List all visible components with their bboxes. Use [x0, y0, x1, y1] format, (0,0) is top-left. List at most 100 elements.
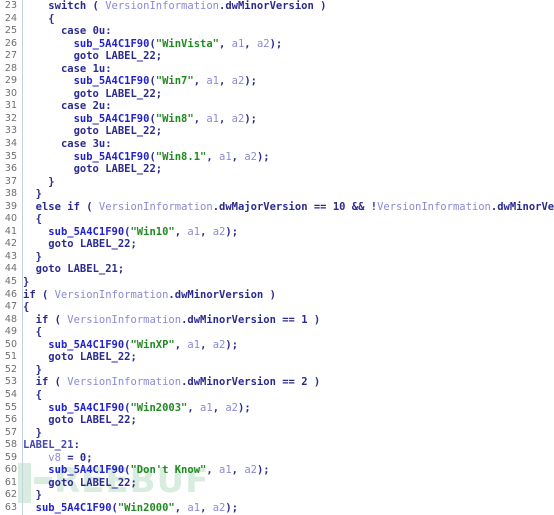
- code-text[interactable]: {: [17, 213, 42, 226]
- label-reference[interactable]: LABEL_22: [80, 238, 131, 250]
- code-text[interactable]: sub_5A4C1F90("WinXP", a1, a2);: [17, 339, 238, 352]
- code-line[interactable]: 24 {: [0, 13, 554, 26]
- code-text[interactable]: if ( VersionInformation.dwMinorVersion =…: [17, 376, 321, 389]
- code-line[interactable]: 31 case 2u:: [0, 100, 554, 113]
- local-variable[interactable]: a1: [206, 75, 219, 87]
- code-line[interactable]: 61 goto LABEL_22;: [0, 477, 554, 490]
- code-text[interactable]: {: [17, 301, 29, 314]
- code-line[interactable]: 60 sub_5A4C1F90("Don't Know", a1, a2);: [0, 464, 554, 477]
- label-reference[interactable]: LABEL_22: [105, 163, 156, 175]
- code-text[interactable]: }: [17, 276, 29, 289]
- code-text[interactable]: }: [17, 251, 42, 264]
- code-line[interactable]: 59 v8 = 0;: [0, 452, 554, 465]
- function-reference[interactable]: sub_5A4C1F90: [74, 75, 150, 87]
- label-reference[interactable]: LABEL_21: [67, 263, 118, 275]
- local-variable[interactable]: a2: [244, 464, 257, 476]
- code-line[interactable]: 63 sub_5A4C1F90("Win2000", a1, a2);: [0, 502, 554, 515]
- code-line[interactable]: 30 goto LABEL_22;: [0, 88, 554, 101]
- local-variable[interactable]: a2: [213, 339, 226, 351]
- function-reference[interactable]: sub_5A4C1F90: [74, 38, 150, 50]
- code-lines-container[interactable]: 23 switch ( VersionInformation.dwMinorVe…: [0, 0, 554, 515]
- local-variable[interactable]: a2: [232, 113, 245, 125]
- code-text[interactable]: sub_5A4C1F90("Don't Know", a1, a2);: [17, 464, 269, 477]
- function-reference[interactable]: sub_5A4C1F90: [48, 402, 124, 414]
- local-variable[interactable]: a2: [213, 502, 226, 514]
- function-reference[interactable]: sub_5A4C1F90: [48, 339, 124, 351]
- code-text[interactable]: case 3u:: [17, 138, 112, 151]
- code-line[interactable]: 41 sub_5A4C1F90("Win10", a1, a2);: [0, 226, 554, 239]
- function-reference[interactable]: sub_5A4C1F90: [48, 464, 124, 476]
- code-text[interactable]: sub_5A4C1F90("Win7", a1, a2);: [17, 75, 257, 88]
- code-text[interactable]: {: [17, 13, 54, 26]
- local-variable[interactable]: a1: [232, 38, 245, 50]
- code-line[interactable]: 38 }: [0, 188, 554, 201]
- label-reference[interactable]: LABEL_22: [80, 351, 131, 363]
- code-line[interactable]: 44 goto LABEL_21;: [0, 263, 554, 276]
- code-text[interactable]: case 1u:: [17, 63, 112, 76]
- code-line[interactable]: 26 sub_5A4C1F90("WinVista", a1, a2);: [0, 38, 554, 51]
- code-text[interactable]: case 0u:: [17, 25, 112, 38]
- code-line[interactable]: 50 sub_5A4C1F90("WinXP", a1, a2);: [0, 339, 554, 352]
- code-text[interactable]: sub_5A4C1F90("Win8", a1, a2);: [17, 113, 257, 126]
- code-line[interactable]: 45}: [0, 276, 554, 289]
- code-line[interactable]: 40 {: [0, 213, 554, 226]
- label-reference[interactable]: LABEL_22: [105, 125, 156, 137]
- code-text[interactable]: }: [17, 188, 42, 201]
- code-text[interactable]: {: [17, 326, 42, 339]
- code-line[interactable]: 55 sub_5A4C1F90("Win2003", a1, a2);: [0, 402, 554, 415]
- code-line[interactable]: 33 goto LABEL_22;: [0, 125, 554, 138]
- code-line[interactable]: 57 }: [0, 427, 554, 440]
- code-text[interactable]: if ( VersionInformation.dwMinorVersion =…: [17, 314, 321, 327]
- code-line[interactable]: 56 goto LABEL_22;: [0, 414, 554, 427]
- local-variable[interactable]: a1: [187, 339, 200, 351]
- code-line[interactable]: 42 goto LABEL_22;: [0, 238, 554, 251]
- code-line[interactable]: 58 LABEL_21:: [0, 439, 554, 452]
- code-line[interactable]: 49 {: [0, 326, 554, 339]
- local-variable[interactable]: a1: [200, 402, 213, 414]
- code-text[interactable]: sub_5A4C1F90("WinVista", a1, a2);: [17, 38, 283, 51]
- code-text[interactable]: goto LABEL_22;: [17, 477, 137, 490]
- local-variable[interactable]: a1: [219, 151, 232, 163]
- code-line[interactable]: 29 sub_5A4C1F90("Win7", a1, a2);: [0, 75, 554, 88]
- function-reference[interactable]: sub_5A4C1F90: [48, 226, 124, 238]
- label-reference[interactable]: LABEL_22: [105, 88, 156, 100]
- code-text[interactable]: case 2u:: [17, 100, 112, 113]
- code-text[interactable]: v8 = 0;: [17, 452, 92, 465]
- label-reference[interactable]: LABEL_22: [105, 50, 156, 62]
- code-line[interactable]: 27 goto LABEL_22;: [0, 50, 554, 63]
- code-text[interactable]: else if ( VersionInformation.dwMajorVers…: [17, 201, 554, 214]
- function-reference[interactable]: sub_5A4C1F90: [74, 113, 150, 125]
- code-text[interactable]: goto LABEL_22;: [17, 50, 163, 63]
- code-line[interactable]: 32 sub_5A4C1F90("Win8", a1, a2);: [0, 113, 554, 126]
- code-line[interactable]: 28 case 1u:: [0, 63, 554, 76]
- code-text[interactable]: {: [17, 389, 42, 402]
- code-line[interactable]: 62 }: [0, 489, 554, 502]
- code-text[interactable]: }: [17, 427, 42, 440]
- local-variable[interactable]: a1: [219, 464, 232, 476]
- code-line[interactable]: 35 sub_5A4C1F90("Win8.1", a1, a2);: [0, 151, 554, 164]
- decompiler-pseudocode-view[interactable]: REEBUF 23 switch ( VersionInformation.dw…: [0, 0, 554, 515]
- code-line[interactable]: 47 {: [0, 301, 554, 314]
- code-text[interactable]: goto LABEL_22;: [17, 414, 137, 427]
- code-text[interactable]: goto LABEL_22;: [17, 351, 137, 364]
- code-line[interactable]: 54 {: [0, 389, 554, 402]
- function-reference[interactable]: sub_5A4C1F90: [36, 502, 112, 514]
- code-text[interactable]: if ( VersionInformation.dwMinorVersion ): [17, 289, 276, 302]
- label-reference[interactable]: LABEL_22: [80, 414, 131, 426]
- label-reference[interactable]: LABEL_22: [80, 477, 131, 489]
- code-text[interactable]: goto LABEL_21;: [17, 263, 125, 276]
- code-line[interactable]: 36 goto LABEL_22;: [0, 163, 554, 176]
- code-text[interactable]: sub_5A4C1F90("Win2000", a1, a2);: [17, 502, 238, 515]
- code-line[interactable]: 48 if ( VersionInformation.dwMinorVersio…: [0, 314, 554, 327]
- code-line[interactable]: 52 }: [0, 364, 554, 377]
- code-listing[interactable]: 23 switch ( VersionInformation.dwMinorVe…: [0, 0, 554, 515]
- local-variable[interactable]: a2: [232, 75, 245, 87]
- code-text[interactable]: }: [17, 364, 42, 377]
- local-variable[interactable]: a1: [187, 226, 200, 238]
- local-variable[interactable]: a2: [257, 38, 270, 50]
- code-text[interactable]: goto LABEL_22;: [17, 238, 137, 251]
- code-text[interactable]: sub_5A4C1F90("Win2003", a1, a2);: [17, 402, 250, 415]
- code-line[interactable]: 39 else if ( VersionInformation.dwMajorV…: [0, 201, 554, 214]
- code-text[interactable]: switch ( VersionInformation.dwMinorVersi…: [17, 0, 326, 13]
- local-variable[interactable]: v8: [48, 452, 61, 464]
